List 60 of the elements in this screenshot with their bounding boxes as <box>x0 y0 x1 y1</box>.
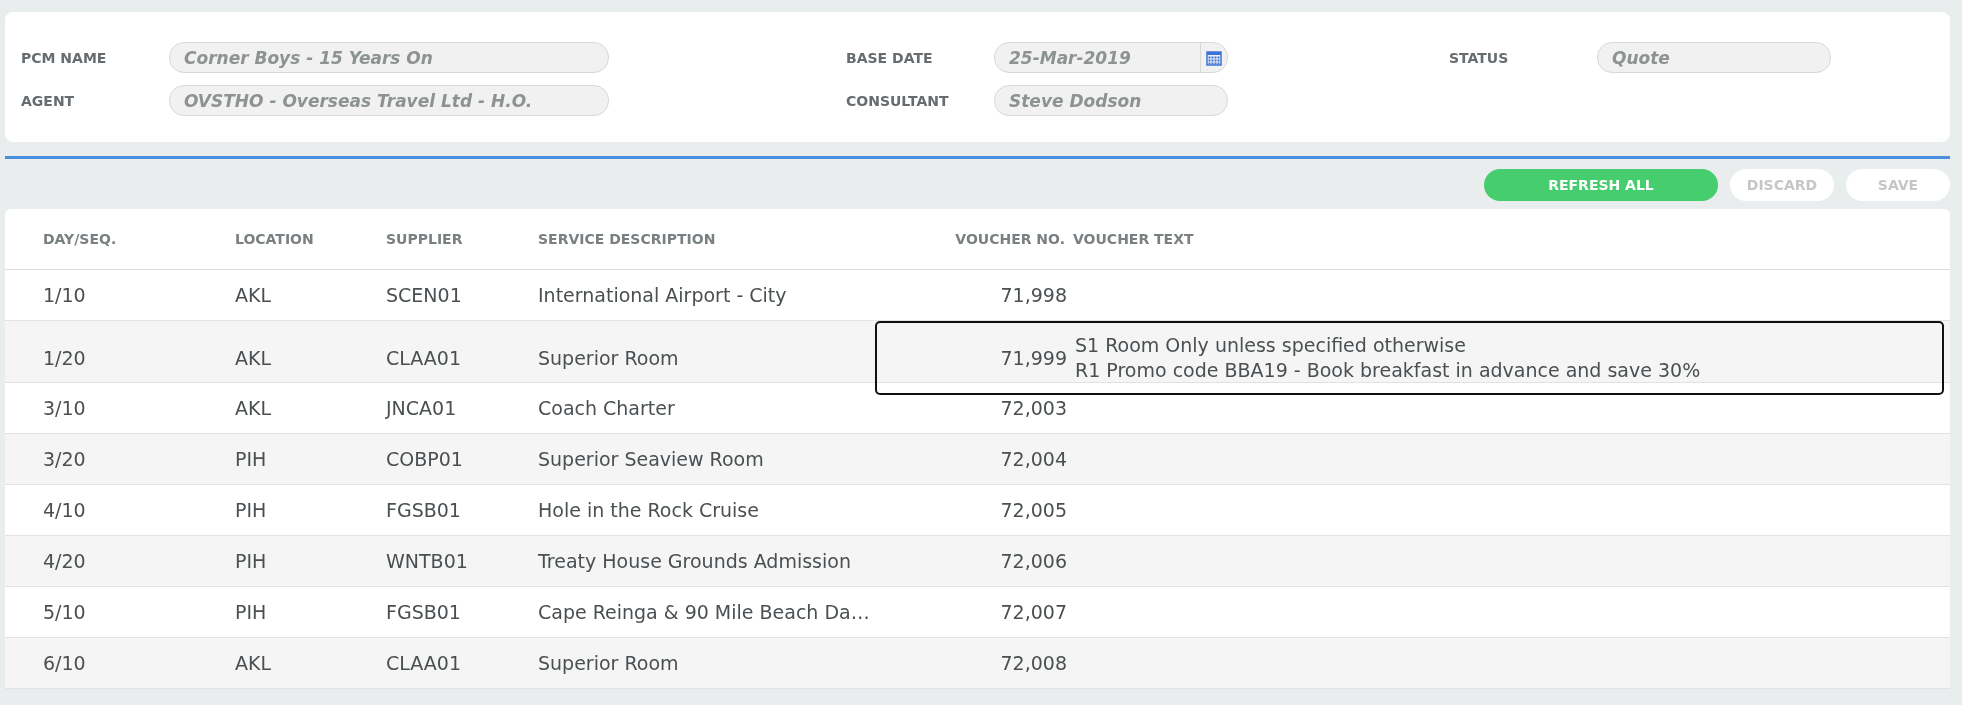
input-field[interactable]: OVSTHO - Overseas Travel Ltd - H.O. <box>169 85 609 116</box>
table-cell-text: CLAA01 <box>386 652 462 674</box>
table-cell-text: 72,006 <box>999 550 1068 572</box>
table-cell-text: Superior Room <box>538 652 680 674</box>
table-cell-text: WNTB01 <box>386 550 469 572</box>
input-field[interactable]: Quote <box>1597 42 1831 73</box>
column-header[interactable]: SERVICE DESCRIPTION <box>538 231 933 247</box>
table-cell-text: FGSB01 <box>386 601 462 623</box>
table-cell-text: 1/20 <box>43 347 87 369</box>
table-cell-text: 71,999 <box>999 347 1068 369</box>
field-label: PCM NAME <box>21 49 108 66</box>
table-cell-text: 4/20 <box>43 550 87 572</box>
table-cell-text: Superior Room <box>538 347 680 369</box>
field-label: AGENT <box>21 92 76 109</box>
column-header[interactable]: VOUCHER TEXT <box>1073 231 1950 247</box>
table-cell-text: PIH <box>235 550 268 572</box>
table-cell-text: Coach Charter <box>538 397 676 419</box>
table-cell-text: FGSB01 <box>386 499 462 521</box>
voucher-text-line: S1 Room Only unless specified otherwise <box>1075 333 1467 358</box>
column-header[interactable]: VOUCHER NO. <box>933 231 1073 247</box>
table-cell-text: 5/10 <box>43 601 87 623</box>
table-cell-text: AKL <box>235 347 273 369</box>
table-cell-text: 72,005 <box>999 499 1068 521</box>
table-cell-text: COBP01 <box>386 448 464 470</box>
table-cell-text: 72,007 <box>999 601 1068 623</box>
input-field[interactable]: Corner Boys - 15 Years On <box>169 42 609 73</box>
date-field[interactable]: 25-Mar-2019 <box>994 42 1228 73</box>
table-cell-text: 3/10 <box>43 397 87 419</box>
calendar-icon <box>1206 49 1222 66</box>
table-cell-text: PIH <box>235 499 268 521</box>
field-label: BASE DATE <box>846 49 934 66</box>
table-cell-text: Cape Reinga & 90 Mile Beach Da… <box>538 601 871 623</box>
voucher-text-line: R1 Promo code BBA19 - Book breakfast in advance and save 30% <box>1075 358 1702 383</box>
table-cell-text: JNCA01 <box>386 397 458 419</box>
table-cell-text: 71,998 <box>999 284 1068 306</box>
table-cell-text: 72,008 <box>999 652 1068 674</box>
field-label: STATUS <box>1449 49 1510 66</box>
table-cell-text: 72,003 <box>999 397 1068 419</box>
table-cell-text: Superior Seaview Room <box>538 448 765 470</box>
table-cell-text: PIH <box>235 601 268 623</box>
toolbar-button[interactable]: REFRESH ALL <box>1484 169 1718 201</box>
table-cell-text: SCEN01 <box>386 284 463 306</box>
field-label: CONSULTANT <box>846 92 950 109</box>
column-header[interactable]: SUPPLIER <box>386 231 538 247</box>
input-field[interactable]: Steve Dodson <box>994 85 1228 116</box>
table-cell-text: International Airport - City <box>538 284 788 306</box>
table-cell-text: 4/10 <box>43 499 87 521</box>
table-cell-text: AKL <box>235 284 273 306</box>
table-cell-text: 1/10 <box>43 284 87 306</box>
table-cell-text: 3/20 <box>43 448 87 470</box>
table-cell-text: AKL <box>235 397 273 419</box>
column-header[interactable]: DAY/SEQ. <box>43 231 235 247</box>
table-cell-text: CLAA01 <box>386 347 462 369</box>
table-cell-text: Treaty House Grounds Admission <box>538 550 852 572</box>
column-header[interactable]: LOCATION <box>235 231 386 247</box>
table-cell-text: Hole in the Rock Cruise <box>538 499 760 521</box>
table-cell-text: PIH <box>235 448 268 470</box>
table-cell-text: 6/10 <box>43 652 87 674</box>
table-cell-text: AKL <box>235 652 273 674</box>
table-cell-text: 72,004 <box>999 448 1068 470</box>
